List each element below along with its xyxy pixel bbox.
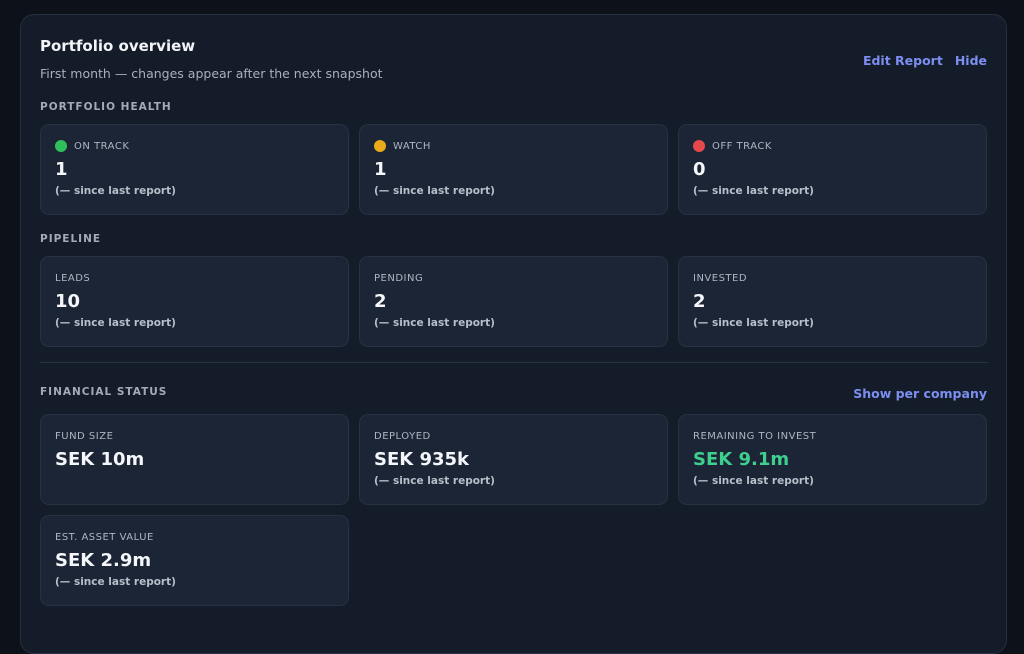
card-delta: (— since last report) [55,576,176,588]
card-delta: (— since last report) [374,475,495,487]
health-card-on-track: ON TRACK 1 (— since last report) [40,124,349,215]
financial-card-fund-size: FUND SIZE SEK 10m [40,414,349,505]
card-value: 1 [55,159,68,180]
card-value: 2 [374,291,387,312]
financial-card-est-asset-value: EST. ASSET VALUE SEK 2.9m (— since last … [40,515,349,606]
pipeline-card-leads: LEADS 10 (— since last report) [40,256,349,347]
section-label-pipeline: PIPELINE [40,233,102,245]
card-delta: (— since last report) [693,185,814,197]
card-delta: (— since last report) [55,185,176,197]
health-cards-row: ON TRACK 1 (— since last report) WATCH 1… [40,124,988,215]
financial-card-remaining-to-invest: REMAINING TO INVEST SEK 9.1m (— since la… [678,414,987,505]
financial-cards-row-1: FUND SIZE SEK 10m DEPLOYED SEK 935k (— s… [40,414,988,505]
card-delta: (— since last report) [374,185,495,197]
financial-card-deployed: DEPLOYED SEK 935k (— since last report) [359,414,668,505]
watch-status-dot-icon [374,140,386,152]
header-actions: Edit Report Hide [863,53,987,68]
financial-cards-row-2: EST. ASSET VALUE SEK 2.9m (— since last … [40,515,988,606]
section-label-portfolio-health: PORTFOLIO HEALTH [40,101,172,113]
health-card-watch: WATCH 1 (— since last report) [359,124,668,215]
section-label-financial-status: FINANCIAL STATUS [40,386,168,398]
edit-report-button[interactable]: Edit Report [863,53,943,68]
card-value: SEK 10m [55,449,145,470]
card-value: 1 [374,159,387,180]
card-label: LEADS [55,272,91,284]
card-label: PENDING [374,272,424,284]
page-subtitle: First month — changes appear after the n… [40,66,383,81]
card-label: INVESTED [693,272,748,284]
card-value: SEK 935k [374,449,470,470]
card-value: 2 [693,291,706,312]
section-divider [40,362,988,363]
card-delta: (— since last report) [374,317,495,329]
on-track-status-dot-icon [55,140,67,152]
card-label: OFF TRACK [712,140,772,152]
pipeline-card-invested: INVESTED 2 (— since last report) [678,256,987,347]
card-label: WATCH [393,140,431,152]
page-title: Portfolio overview [40,37,196,55]
show-per-company-link[interactable]: Show per company [853,386,987,401]
off-track-status-dot-icon [693,140,705,152]
card-value: SEK 9.1m [693,449,790,470]
card-label: ON TRACK [74,140,130,152]
pipeline-cards-row: LEADS 10 (— since last report) PENDING 2… [40,256,988,347]
pipeline-card-pending: PENDING 2 (— since last report) [359,256,668,347]
card-value: 10 [55,291,81,312]
portfolio-overview-panel: Portfolio overview First month — changes… [20,14,1007,654]
card-label: DEPLOYED [374,430,431,442]
card-delta: (— since last report) [693,475,814,487]
health-card-off-track: OFF TRACK 0 (— since last report) [678,124,987,215]
card-label: EST. ASSET VALUE [55,531,154,543]
card-delta: (— since last report) [55,317,176,329]
card-label: REMAINING TO INVEST [693,430,817,442]
card-value: 0 [693,159,706,180]
hide-button[interactable]: Hide [955,53,987,68]
card-delta: (— since last report) [693,317,814,329]
card-label: FUND SIZE [55,430,114,442]
card-value: SEK 2.9m [55,550,152,571]
